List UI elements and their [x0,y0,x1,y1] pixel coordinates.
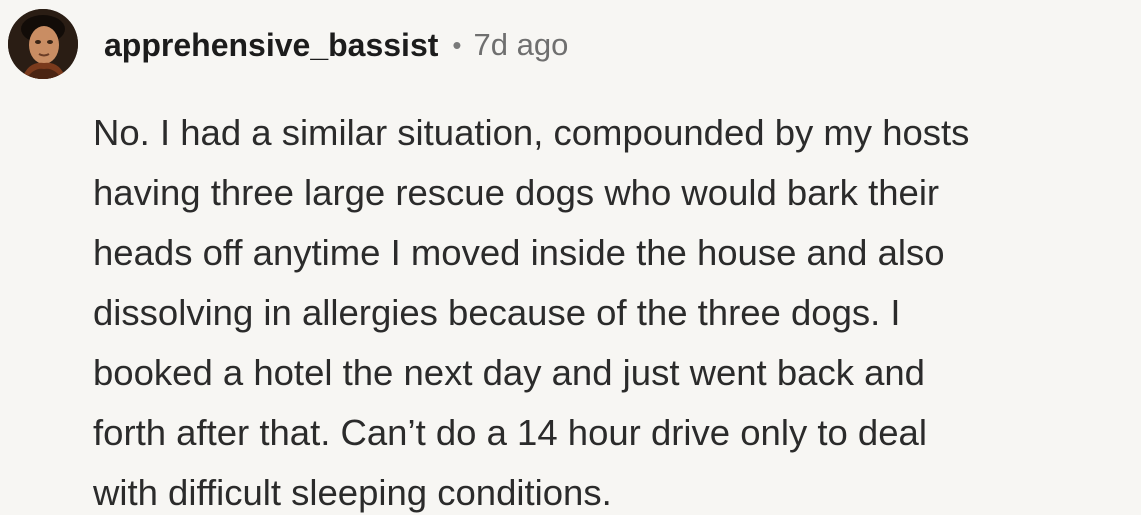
comment-line: No. I had a similar situation, compounde… [93,112,970,153]
timestamp[interactable]: 7d ago [474,27,569,63]
comment-line: having three large rescue dogs who would… [93,172,940,213]
separator-dot: • [452,29,462,60]
username-link[interactable]: apprehensive_bassist [104,27,438,64]
comment-line: dissolving in allergies because of the t… [93,292,901,333]
comment-header: apprehensive_bassist • 7d ago [104,22,568,68]
comment-line: booked a hotel the next day and just wen… [93,352,925,393]
comment-line: forth after that. Can’t do a 14 hour dri… [93,412,927,453]
avatar[interactable] [8,9,78,79]
avatar-portrait-icon [8,9,78,79]
comment-body: No. I had a similar situation, compounde… [93,103,1138,515]
comment-card: apprehensive_bassist • 7d ago No. I had … [0,0,1141,515]
comment-line: with difficult sleeping conditions. [93,472,612,513]
comment-line: heads off anytime I moved inside the hou… [93,232,945,273]
